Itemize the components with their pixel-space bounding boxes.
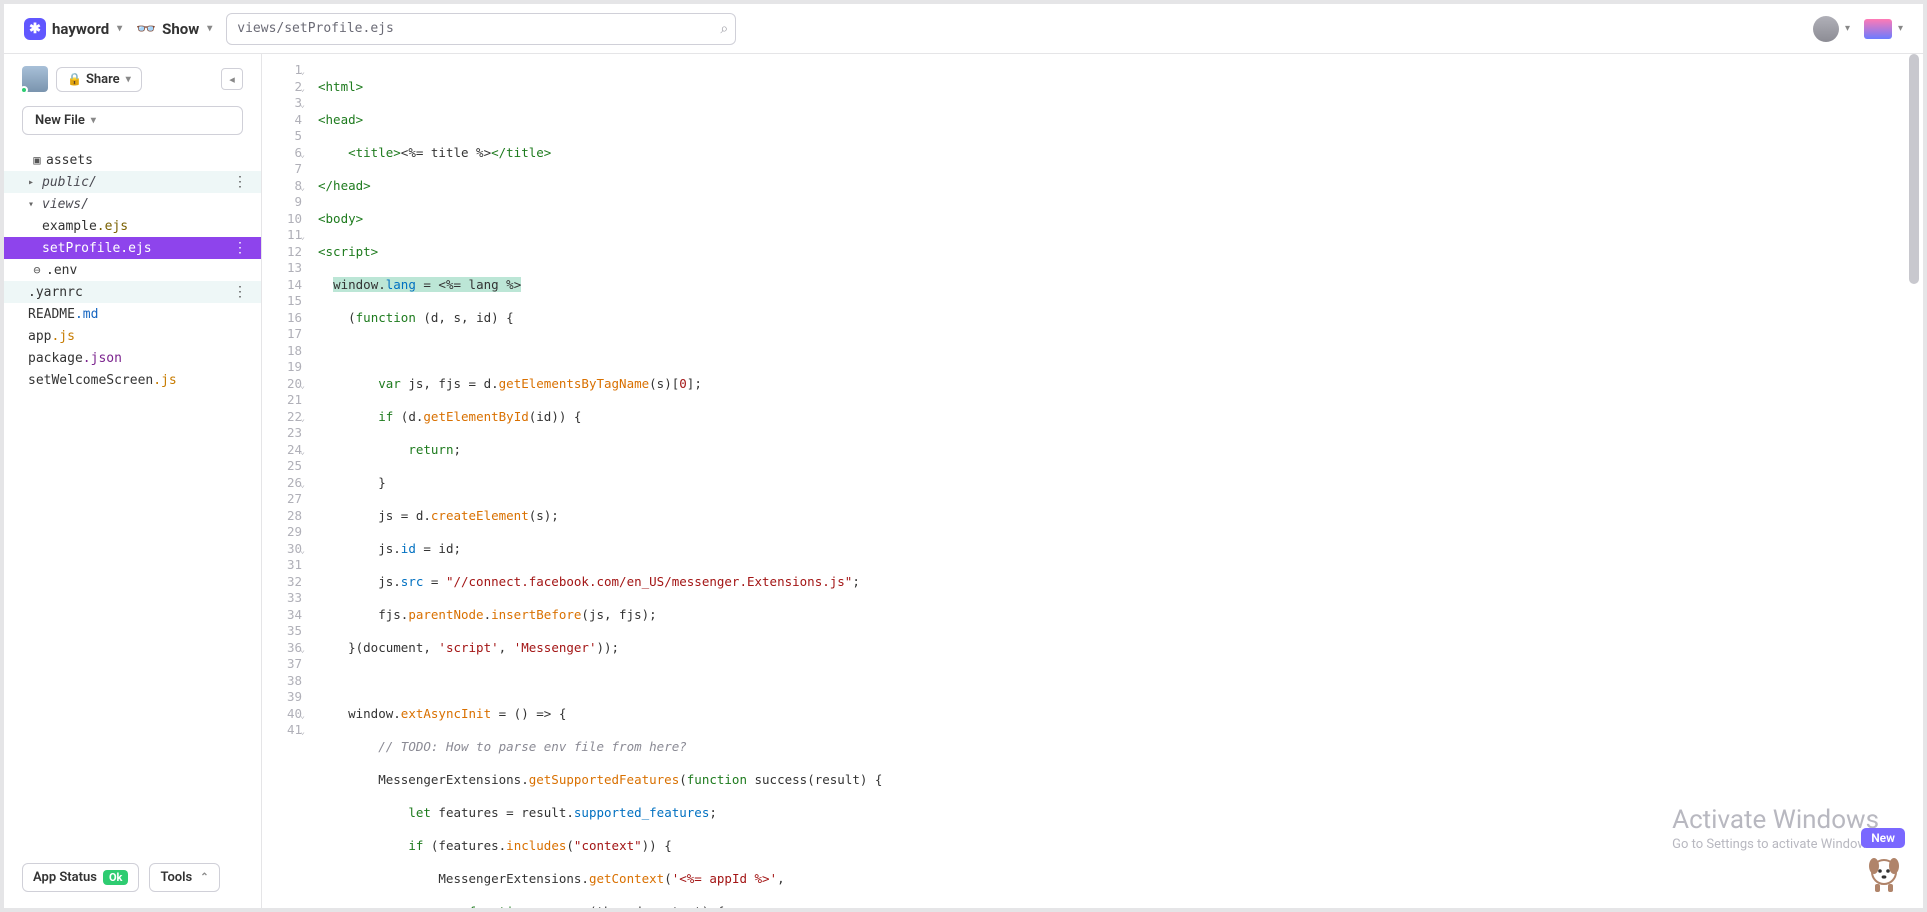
tools-label: Tools xyxy=(160,870,192,885)
tree-item-public[interactable]: ▸ public/ ⋮ xyxy=(4,171,261,193)
caret-down-icon: ▾ xyxy=(28,199,42,210)
tree-label: README.md xyxy=(28,307,249,322)
chevron-down-icon: ▾ xyxy=(91,115,96,126)
share-label: Share xyxy=(86,72,120,87)
scrollbar-thumb[interactable] xyxy=(1909,54,1919,284)
glasses-icon: 👓 xyxy=(136,19,156,38)
online-indicator-icon xyxy=(20,86,28,94)
sidebar: 🔒 Share ▾ ◂ New File ▾ ▣ assets ▸ public… xyxy=(4,54,262,908)
kebab-icon[interactable]: ⋮ xyxy=(231,240,249,256)
chevron-up-icon: ⌃ xyxy=(200,872,208,883)
tree-label: .yarnrc xyxy=(28,285,231,300)
sidebar-footer: App Status Ok Tools ⌃ xyxy=(4,853,261,908)
status-badge: Ok xyxy=(103,870,128,885)
kebab-icon[interactable]: ⋮ xyxy=(231,284,249,300)
chevron-down-icon: ▾ xyxy=(117,23,122,34)
app-status-label: App Status xyxy=(33,870,97,885)
file-tree: ▣ assets ▸ public/ ⋮ ▾ views/ example.ej… xyxy=(4,149,261,853)
tree-label: public/ xyxy=(42,175,231,190)
tree-item-example-ejs[interactable]: example.ejs xyxy=(4,215,261,237)
file-search[interactable]: ⌕ xyxy=(226,13,736,45)
tree-label: .env xyxy=(46,263,249,278)
tree-label: setWelcomeScreen.js xyxy=(28,373,249,388)
project-name: hayword xyxy=(52,20,109,38)
share-row: 🔒 Share ▾ ◂ xyxy=(4,66,261,102)
tree-item-setwelcome-js[interactable]: setWelcomeScreen.js xyxy=(4,369,261,391)
top-bar: ✱ hayword ▾ 👓 Show ▾ ⌕ ▾ ▾ xyxy=(4,4,1923,54)
tree-item-setprofile-ejs[interactable]: setProfile.ejs ⋮ xyxy=(4,237,261,259)
tree-label: assets xyxy=(46,153,249,168)
new-badge[interactable]: New xyxy=(1861,828,1905,848)
tree-label: views/ xyxy=(42,197,249,212)
tree-label: setProfile.ejs xyxy=(42,241,231,256)
key-icon: ⊖ xyxy=(28,263,46,277)
tree-item-package-json[interactable]: package.json xyxy=(4,347,261,369)
code-editor[interactable]: 1⌄2⌄3⌄456⌄78⌄91011⌄121314151617181920⌄21… xyxy=(262,54,1923,908)
lock-icon: 🔒 xyxy=(67,72,82,86)
tree-label: app.js xyxy=(28,329,249,344)
user-avatar-menu[interactable]: ▾ xyxy=(1813,16,1850,42)
pet-dog-icon[interactable] xyxy=(1863,852,1905,894)
tree-label: package.json xyxy=(28,351,249,366)
tree-item-assets[interactable]: ▣ assets xyxy=(4,149,261,171)
tree-item-yarnrc[interactable]: .yarnrc ⋮ xyxy=(4,281,261,303)
glitch-logo-icon: ✱ xyxy=(24,18,46,40)
show-mode-label: Show xyxy=(162,20,199,38)
tree-item-app-js[interactable]: app.js xyxy=(4,325,261,347)
app-status-button[interactable]: App Status Ok xyxy=(22,863,139,892)
user-avatar-small[interactable] xyxy=(22,66,48,92)
code-content[interactable]: <html> <head> <title><%= title %></title… xyxy=(318,54,1923,908)
corner-widgets: New xyxy=(1861,828,1905,894)
tree-label: example.ejs xyxy=(42,219,249,234)
search-input[interactable] xyxy=(226,13,736,45)
tree-item-readme[interactable]: README.md xyxy=(4,303,261,325)
project-selector[interactable]: ✱ hayword ▾ xyxy=(24,18,122,40)
chevron-down-icon: ▾ xyxy=(1845,23,1850,34)
chevron-left-icon: ◂ xyxy=(229,73,235,86)
collapse-sidebar-button[interactable]: ◂ xyxy=(221,68,243,90)
share-button[interactable]: 🔒 Share ▾ xyxy=(56,67,142,92)
tree-item-views[interactable]: ▾ views/ xyxy=(4,193,261,215)
chevron-down-icon: ▾ xyxy=(207,23,212,34)
team-menu[interactable]: ▾ xyxy=(1864,19,1903,39)
chevron-down-icon: ▾ xyxy=(126,74,131,85)
show-mode-selector[interactable]: 👓 Show ▾ xyxy=(136,19,212,38)
tools-button[interactable]: Tools ⌃ xyxy=(149,863,219,892)
box-icon: ▣ xyxy=(28,153,46,167)
search-icon: ⌕ xyxy=(720,21,728,37)
chevron-down-icon: ▾ xyxy=(1898,23,1903,34)
team-flag-icon xyxy=(1864,19,1892,39)
line-gutter: 1⌄2⌄3⌄456⌄78⌄91011⌄121314151617181920⌄21… xyxy=(262,54,310,739)
new-file-label: New File xyxy=(35,113,85,128)
avatar-icon xyxy=(1813,16,1839,42)
tree-item-env[interactable]: ⊖ .env xyxy=(4,259,261,281)
new-file-button[interactable]: New File ▾ xyxy=(22,106,243,135)
kebab-icon[interactable]: ⋮ xyxy=(231,174,249,190)
caret-right-icon: ▸ xyxy=(28,177,42,188)
editor-scrollbar[interactable] xyxy=(1909,54,1921,908)
main-area: 🔒 Share ▾ ◂ New File ▾ ▣ assets ▸ public… xyxy=(4,54,1923,908)
